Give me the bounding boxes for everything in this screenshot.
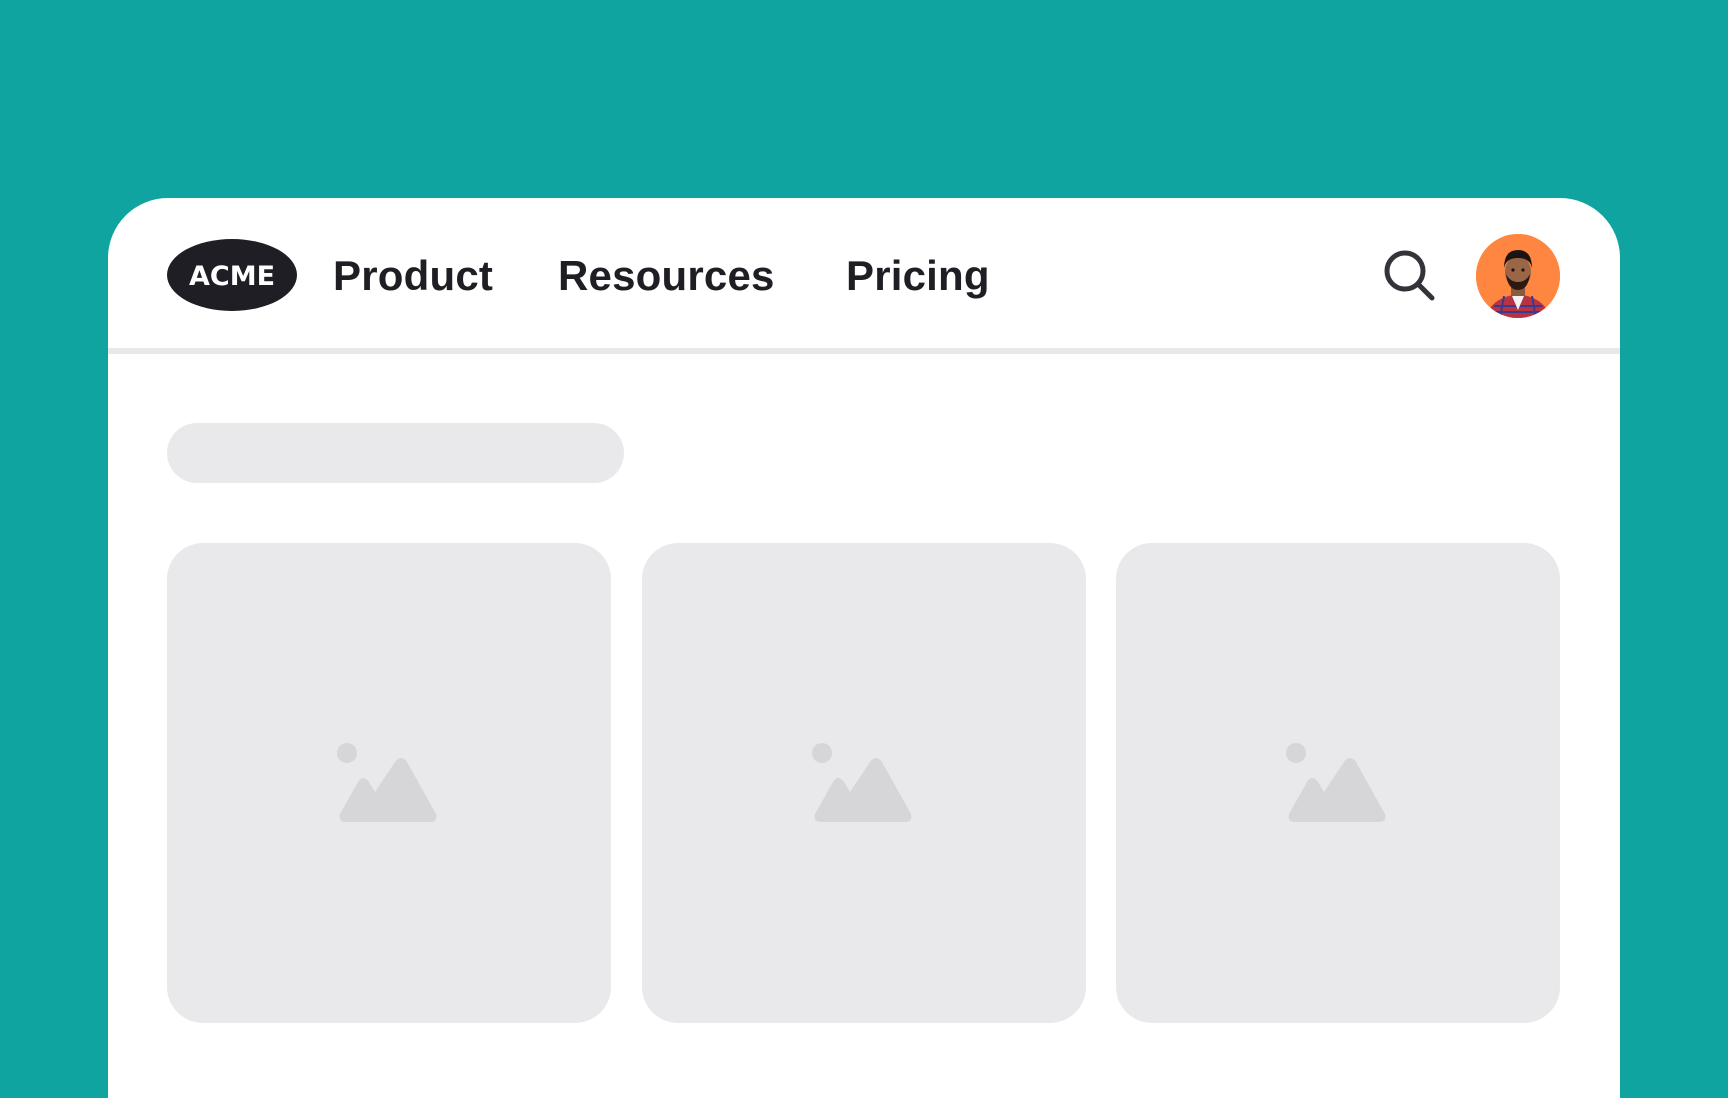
logo-text: ACME	[189, 261, 275, 292]
image-placeholder-icon	[336, 742, 442, 824]
acme-logo-icon: ACME	[167, 239, 297, 311]
search-icon	[1384, 250, 1435, 301]
nav-link-product[interactable]: Product	[333, 252, 493, 300]
image-placeholder-icon	[1285, 742, 1391, 824]
search-button[interactable]	[1382, 248, 1438, 304]
nav-link-resources[interactable]: Resources	[558, 252, 775, 300]
avatar[interactable]	[1476, 234, 1560, 318]
app-window: ACME Product Resources Pricing	[108, 198, 1620, 1098]
user-avatar-icon	[1476, 234, 1560, 318]
image-placeholder-icon	[811, 742, 917, 824]
image-tile[interactable]	[1116, 543, 1560, 1023]
nav-link-pricing[interactable]: Pricing	[846, 252, 990, 300]
acme-logo[interactable]: ACME	[167, 239, 297, 311]
image-tile[interactable]	[642, 543, 1086, 1023]
title-skeleton	[167, 423, 624, 483]
top-navbar: ACME Product Resources Pricing	[108, 198, 1620, 354]
image-tile[interactable]	[167, 543, 611, 1023]
